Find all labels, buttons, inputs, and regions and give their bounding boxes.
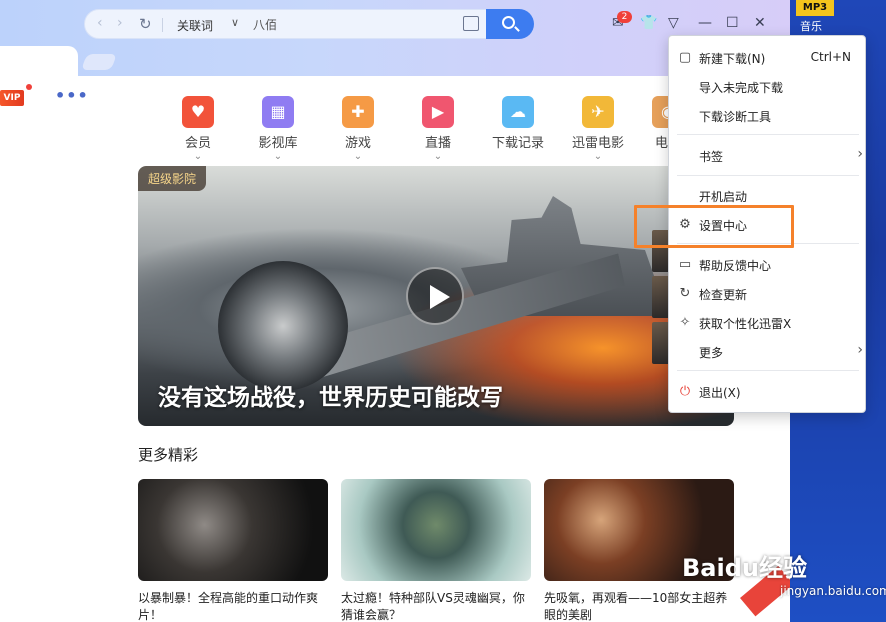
chevron-down-icon: ⌄ [353,151,363,162]
vip-red-dot [26,84,32,90]
video-card[interactable]: 以暴制暴！全程高能的重口动作爽片！ [138,479,328,622]
menu-item-help-feedback[interactable]: ▭ 帮助反馈中心 [669,252,867,278]
menu-item-personalize[interactable]: ✧ 获取个性化迅雷X [669,310,867,336]
video-thumbnail [138,479,328,581]
menu-item-import-unfinished[interactable]: 导入未完成下载 [669,74,867,100]
hero-tag: 超级影院 [138,166,207,191]
search-button[interactable] [486,9,534,39]
search-icon [502,16,515,29]
chevron-down-icon[interactable]: ∨ [231,16,239,29]
more-section-title: 更多精彩 [138,446,199,464]
chevron-right-icon: › [857,146,863,162]
chevron-down-icon: ⌄ [433,151,443,162]
power-icon: ⏻ [679,384,691,399]
menu-divider [677,370,859,371]
menu-item-bookmarks[interactable]: 书签 › [669,143,867,169]
film-icon: ▦ [262,96,294,128]
vip-badge[interactable]: VIP [0,90,24,106]
search-category-select[interactable]: 关联词 [177,17,213,34]
video-title: 先吸氧，再观看——10部女主超养眼的美剧 [544,591,728,622]
chevron-down-icon: ⌄ [273,151,283,162]
video-title: 以暴制暴！全程高能的重口动作爽片！ [138,591,319,622]
refresh-icon: ↻ [679,286,691,301]
new-download-icon: ▢ [678,50,692,65]
address-divider [162,18,163,32]
menu-item-new-download[interactable]: ▢ 新建下载(N) Ctrl+N [669,45,867,71]
menu-icon[interactable]: ▽ [668,15,679,31]
mp3-desktop-label: 音乐 [800,20,822,33]
category-download-history[interactable]: ☁ 下载记录 [478,96,558,151]
menu-item-exit[interactable]: ⏻ 退出(X) [669,379,867,405]
tv-icon: ▶ [422,96,454,128]
menu-item-more[interactable]: 更多 › [669,339,867,365]
address-bar: ‹ › ↻ 关联词 ∨ [84,9,534,39]
menu-divider [677,134,859,135]
minimize-icon[interactable]: — [698,15,712,31]
magic-wand-icon: ✧ [679,315,691,330]
video-card[interactable]: 太过瘾！特种部队VS灵魂幽冥，你猜谁会赢？ [341,479,531,622]
back-arrow-icon[interactable]: ‹ [97,15,103,31]
video-title: 太过瘾！特种部队VS灵魂幽冥，你猜谁会赢？ [341,591,525,622]
propeller-image [218,261,348,391]
vip-icon: ♥ [182,96,214,128]
hero-caption: 没有这场战役，世界历史可能改写 [158,385,503,411]
close-icon[interactable]: ✕ [754,15,766,31]
chevron-right-icon: › [857,342,863,358]
cloud-icon: ☁ [502,96,534,128]
search-input[interactable] [253,17,453,31]
chevron-down-icon: ⌄ [193,151,203,162]
menu-item-download-diagnostics[interactable]: 下载诊断工具 [669,103,867,129]
play-icon[interactable] [406,267,464,325]
skin-icon[interactable]: 👕 [640,15,657,31]
menu-item-check-update[interactable]: ↻ 检查更新 [669,281,867,307]
category-film-library[interactable]: ▦ 影视库 ⌄ [238,96,318,162]
category-games[interactable]: ✚ 游戏 ⌄ [318,96,398,162]
category-live[interactable]: ▶ 直播 ⌄ [398,96,478,162]
chevron-down-icon: ⌄ [593,151,603,162]
refresh-icon[interactable]: ↻ [139,15,152,33]
category-vip[interactable]: ♥ 会员 ⌄ [158,96,238,162]
baidu-watermark-url: jingyan.baidu.com [780,584,886,598]
bookmark-icon[interactable] [463,16,479,31]
gamepad-icon: ✚ [342,96,374,128]
feedback-icon: ▭ [678,257,692,272]
maximize-icon[interactable]: ☐ [726,15,739,31]
menu-divider [677,175,859,176]
shortcut-label: Ctrl+N [810,50,851,64]
more-options-icon[interactable]: ••• [55,86,89,105]
category-thunder-movie[interactable]: ✈ 迅雷电影 ⌄ [558,96,638,162]
settings-highlight-box [634,205,794,248]
active-tab[interactable] [0,46,78,76]
video-thumbnail [341,479,531,581]
bird-icon: ✈ [582,96,614,128]
baidu-watermark-logo: Baidu经验 [682,554,807,582]
notification-badge: 2 [617,11,632,23]
mp3-desktop-icon[interactable]: MP3 [796,0,834,16]
forward-arrow-icon[interactable]: › [117,15,123,31]
